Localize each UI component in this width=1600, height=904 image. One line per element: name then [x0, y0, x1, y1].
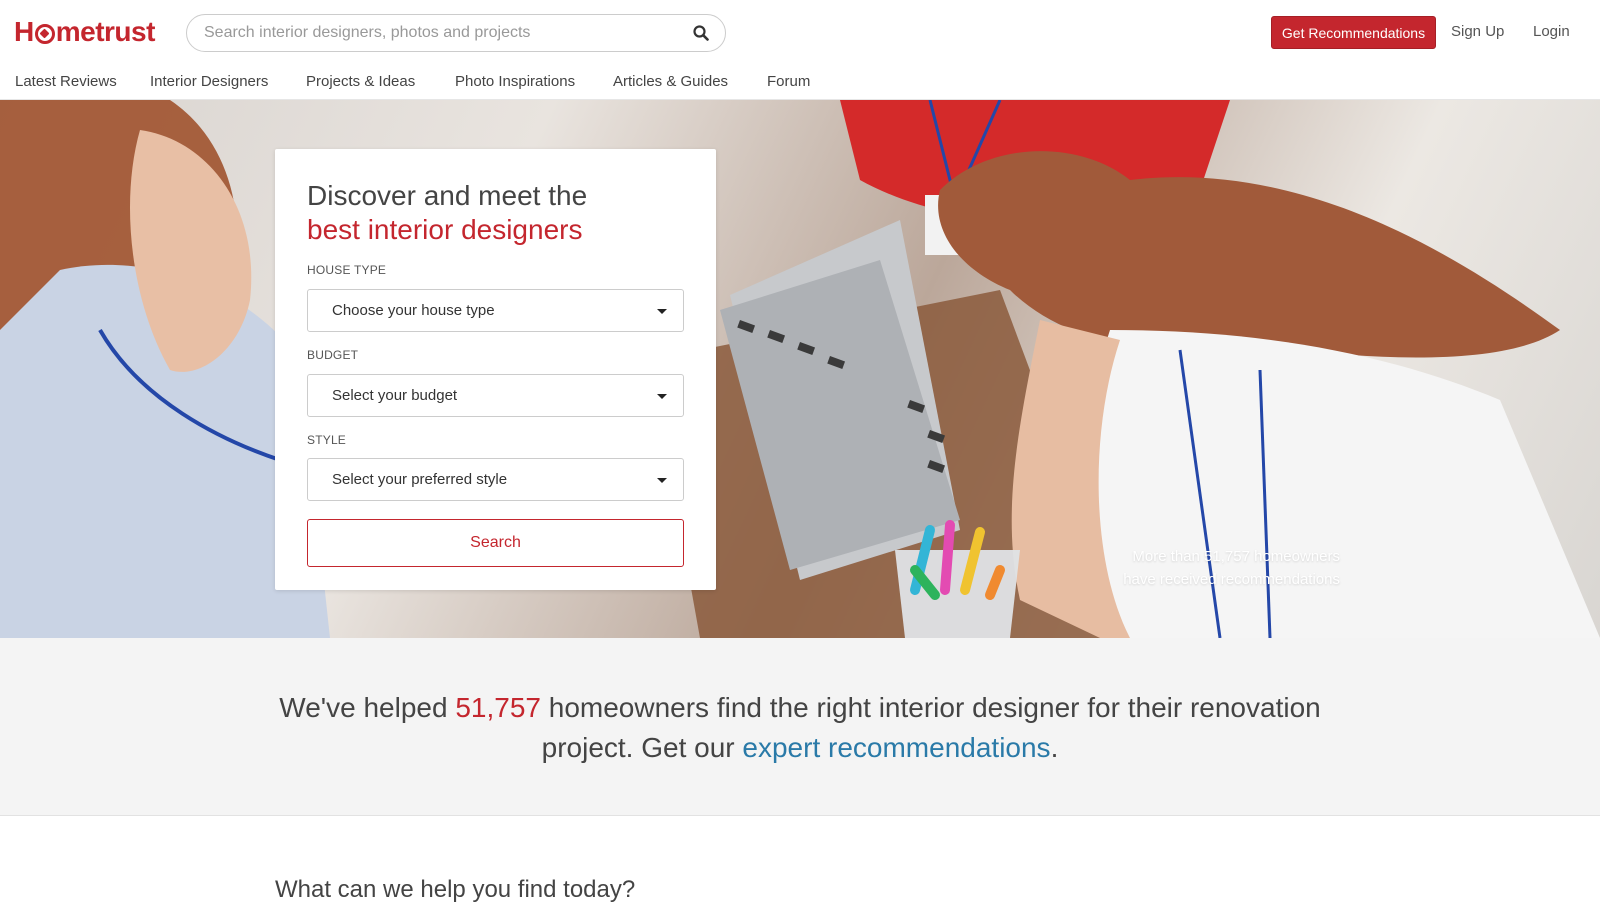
house-type-value: Choose your house type [332, 302, 495, 319]
logo-text-end: metrust [55, 16, 156, 47]
style-select[interactable]: Select your preferred style [307, 458, 684, 501]
house-type-select[interactable]: Choose your house type [307, 289, 684, 332]
hero-title-line2: best interior designers [307, 214, 583, 245]
chevron-down-icon [657, 394, 667, 399]
hero-banner: Discover and meet the best interior desi… [0, 100, 1600, 638]
chevron-down-icon [657, 309, 667, 314]
stats-band: We've helped 51,757 homeowners find the … [0, 638, 1600, 816]
budget-select[interactable]: Select your budget [307, 374, 684, 417]
house-type-label: HOUSE TYPE [307, 263, 387, 277]
logo-text-start: H [14, 16, 34, 47]
search-card: Discover and meet the best interior desi… [275, 149, 716, 590]
search-bar [186, 14, 726, 52]
stats-statement: We've helped 51,757 homeowners find the … [250, 688, 1350, 768]
nav-projects-ideas[interactable]: Projects & Ideas [306, 73, 415, 90]
nav-forum[interactable]: Forum [767, 73, 810, 90]
hero-photo [0, 100, 1600, 638]
main-nav: Latest Reviews Interior Designers Projec… [0, 66, 1600, 100]
budget-value: Select your budget [332, 387, 458, 404]
hero-caption-line1: More than 51,757 homeowners [1132, 548, 1340, 565]
login-link[interactable]: Login [1533, 23, 1570, 40]
search-icon[interactable] [693, 25, 709, 41]
style-label: STYLE [307, 433, 347, 447]
top-bar: Hmetrust Get Recommendations Sign Up Log… [0, 0, 1600, 66]
hero-title-line1: Discover and meet the [307, 180, 588, 211]
hero-title: Discover and meet the best interior desi… [307, 179, 587, 247]
stats-text-start: We've helped [279, 692, 456, 723]
style-value: Select your preferred style [332, 471, 508, 488]
homeowner-count: 51,757 [455, 692, 541, 723]
budget-label: BUDGET [307, 348, 359, 362]
nav-interior-designers[interactable]: Interior Designers [150, 73, 268, 90]
house-icon [34, 24, 55, 44]
stats-text-end: . [1050, 732, 1059, 763]
get-recommendations-button[interactable]: Get Recommendations [1271, 16, 1436, 49]
expert-recommendations-link[interactable]: expert recommendations [742, 732, 1050, 763]
hero-search-button[interactable]: Search [307, 519, 684, 567]
hero-caption: More than 51,757 homeowners have receive… [1123, 545, 1340, 591]
hometrust-logo[interactable]: Hmetrust [14, 16, 155, 48]
chevron-down-icon [657, 478, 667, 483]
search-input[interactable] [187, 15, 667, 51]
nav-latest-reviews[interactable]: Latest Reviews [15, 73, 117, 90]
nav-photo-inspirations[interactable]: Photo Inspirations [455, 73, 575, 90]
hero-caption-line2: have received recommendations [1123, 571, 1340, 588]
nav-articles-guides[interactable]: Articles & Guides [613, 73, 728, 90]
sign-up-link[interactable]: Sign Up [1451, 23, 1504, 40]
